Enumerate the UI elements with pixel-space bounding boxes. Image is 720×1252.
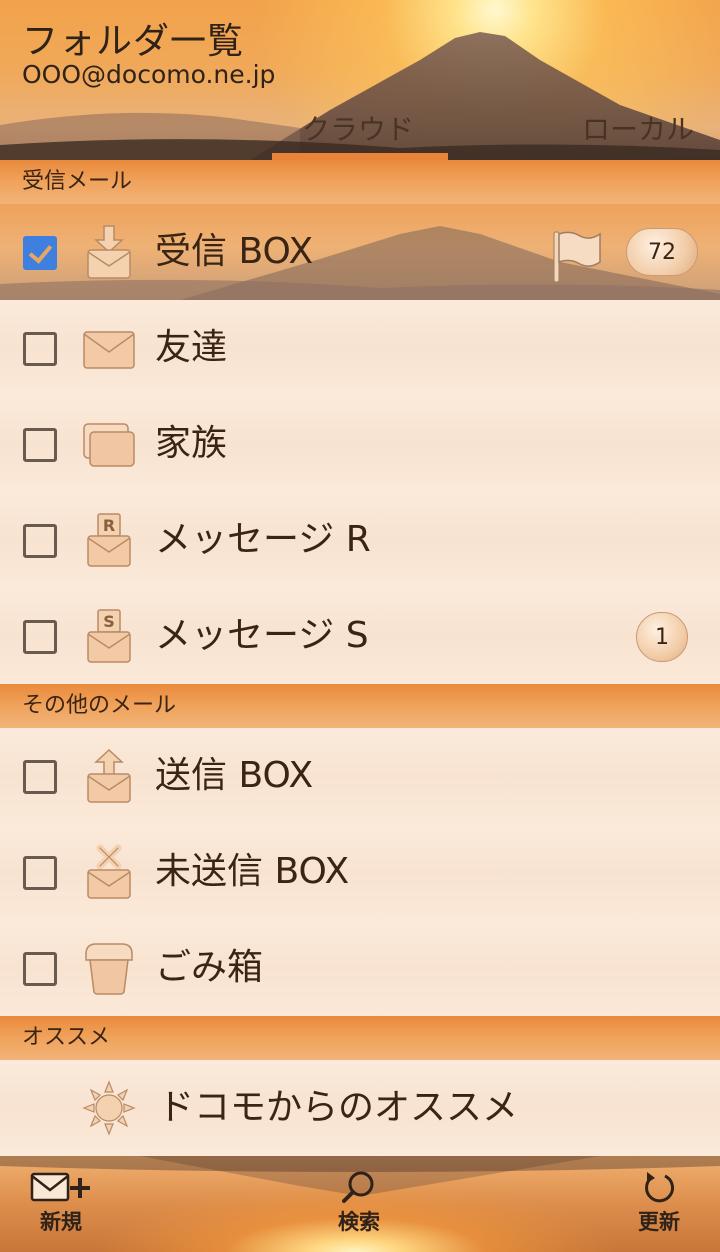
unread-count-badge: 72: [626, 228, 698, 276]
account-email: OOO@docomo.ne.jp: [22, 60, 276, 89]
folder-checkbox[interactable]: [23, 620, 57, 654]
message-r-icon: R: [87, 513, 131, 567]
unsent-x-icon: [87, 844, 131, 899]
folder-row-inbox[interactable]: 受信 BOX 72: [0, 204, 720, 300]
folder-checkbox[interactable]: [23, 236, 57, 270]
folder-label: 送信 BOX: [155, 755, 314, 796]
tab-local[interactable]: ローカル: [582, 108, 694, 148]
unread-count-badge: 1: [636, 612, 688, 662]
folder-row-friends[interactable]: 友達: [0, 300, 720, 396]
section-header-inbox: 受信メール: [0, 160, 720, 204]
folder-row-trash[interactable]: ごみ箱: [0, 920, 720, 1016]
message-s-icon: S: [87, 609, 131, 663]
folder-label: メッセージ R: [155, 519, 371, 560]
active-tab-indicator: [272, 153, 448, 160]
folder-row-message-r[interactable]: R メッセージ R: [0, 492, 720, 588]
folder-row-docomo-recommend[interactable]: ドコモからのオススメ: [0, 1060, 720, 1156]
search-icon: [342, 1171, 374, 1203]
folder-checkbox[interactable]: [23, 952, 57, 986]
folder-checkbox[interactable]: [23, 856, 57, 890]
refresh-label: 更新: [638, 1210, 680, 1234]
trash-icon: [85, 943, 133, 995]
folder-row-family[interactable]: 家族: [0, 396, 720, 492]
folder-label: ドコモからのオススメ: [158, 1087, 519, 1128]
new-mail-button[interactable]: 新規: [16, 1170, 106, 1236]
folder-label: 受信 BOX: [155, 231, 314, 272]
inbox-download-icon: [87, 225, 131, 279]
svg-text:R: R: [103, 516, 115, 535]
envelope-icon: [83, 331, 135, 369]
folder-label: 友達: [155, 327, 228, 368]
new-mail-label: 新規: [40, 1210, 82, 1234]
folder-checkbox[interactable]: [23, 524, 57, 558]
search-label: 検索: [338, 1210, 380, 1234]
outbox-upload-icon: [87, 748, 131, 803]
folder-label: 家族: [155, 423, 228, 464]
refresh-button[interactable]: 更新: [614, 1170, 704, 1236]
folder-checkbox[interactable]: [23, 332, 57, 366]
bottom-toolbar: 新規 検索 更新: [0, 1156, 720, 1252]
folder-row-message-s[interactable]: S メッセージ S 1: [0, 588, 720, 684]
folder-label: ごみ箱: [155, 947, 264, 988]
sun-icon: [82, 1080, 136, 1136]
folder-label: 未送信 BOX: [155, 851, 350, 892]
svg-text:S: S: [103, 612, 115, 631]
search-button[interactable]: 検索: [314, 1170, 404, 1236]
refresh-icon: [645, 1172, 675, 1203]
new-mail-icon: [30, 1172, 90, 1202]
folder-row-unsent[interactable]: 未送信 BOX: [0, 824, 720, 920]
section-header-other: その他のメール: [0, 684, 720, 728]
folder-row-outbox[interactable]: 送信 BOX: [0, 728, 720, 824]
tab-cloud[interactable]: クラウド: [302, 108, 414, 148]
folder-checkbox[interactable]: [23, 760, 57, 794]
flag-icon[interactable]: [550, 228, 602, 284]
app-header: フォルダ一覧 OOO@docomo.ne.jp クラウド ローカル: [0, 0, 720, 160]
folder-stack-icon: [83, 423, 135, 467]
section-header-recommend: オススメ: [0, 1016, 720, 1060]
folder-checkbox[interactable]: [23, 428, 57, 462]
folder-label: メッセージ S: [155, 615, 369, 656]
page-title: フォルダ一覧: [22, 21, 245, 62]
